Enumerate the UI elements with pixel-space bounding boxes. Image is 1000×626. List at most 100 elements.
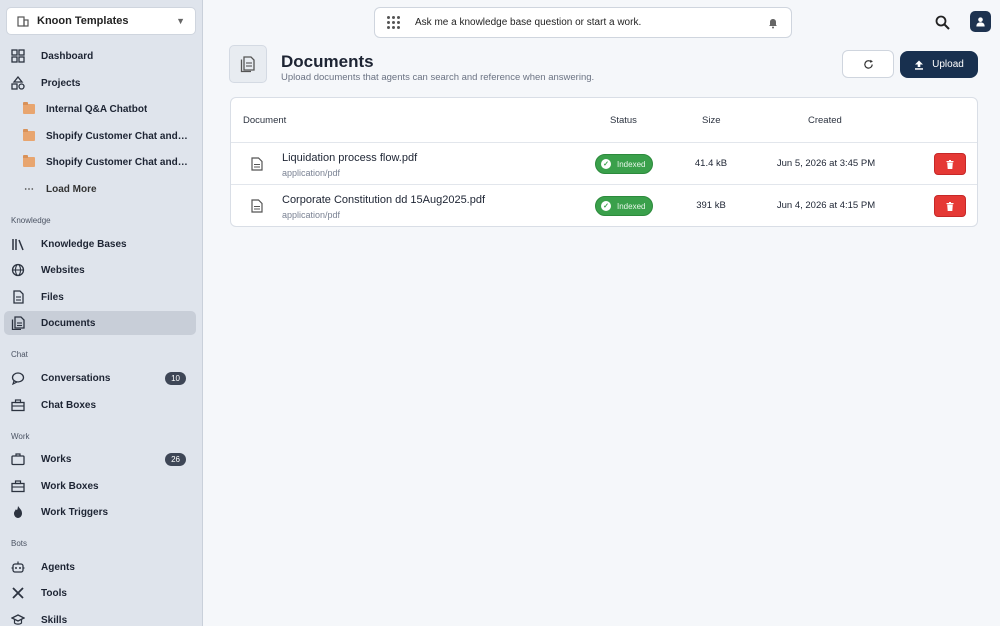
- file-icon: [251, 199, 263, 213]
- document-created: Jun 5, 2026 at 3:45 PM: [776, 158, 876, 169]
- refresh-button[interactable]: [842, 50, 894, 78]
- document-name[interactable]: Corporate Constitution dd 15Aug2025.pdf: [282, 194, 485, 206]
- status-label: Indexed: [617, 201, 646, 211]
- graduation-cap-icon: [11, 613, 25, 626]
- sidebar-item-skills[interactable]: Skills: [4, 608, 196, 626]
- column-header-created[interactable]: Created: [808, 115, 842, 126]
- trash-icon: [946, 159, 954, 169]
- sidebar-item-works[interactable]: Works 26: [4, 447, 196, 471]
- search-icon[interactable]: [935, 15, 950, 30]
- file-icon: [11, 290, 25, 304]
- workspace-selector[interactable]: Knoon Templates ▼: [6, 7, 196, 35]
- sidebar-item-label: Documents: [41, 317, 96, 329]
- document-name[interactable]: Liquidation process flow.pdf: [282, 152, 417, 164]
- robot-icon: [11, 560, 25, 574]
- sidebar-item-label: Tools: [41, 587, 67, 599]
- sidebar-item-tools[interactable]: Tools: [4, 581, 196, 605]
- sidebar-item-chat-boxes[interactable]: Chat Boxes: [4, 393, 196, 417]
- sidebar-item-label: Work Triggers: [41, 506, 109, 518]
- section-work: Work: [11, 432, 30, 441]
- toolbox-icon: [11, 479, 25, 493]
- conversations-count-badge: 10: [165, 371, 186, 385]
- sparkle-dots-icon: [387, 15, 401, 30]
- table-header: Document Status Size Created: [231, 98, 977, 143]
- flame-icon: [11, 505, 25, 519]
- sidebar-item-documents[interactable]: Documents: [4, 311, 196, 335]
- sidebar-item-projects[interactable]: Projects: [4, 71, 196, 95]
- table-row[interactable]: Liquidation process flow.pdf application…: [231, 143, 977, 185]
- document-type: application/pdf: [282, 210, 341, 220]
- status-badge: ✓ Indexed: [595, 196, 653, 216]
- folder-icon: [22, 129, 36, 143]
- documents-icon: [11, 316, 25, 330]
- chat-bubble-icon: [11, 371, 25, 385]
- toolbox-icon: [11, 398, 25, 412]
- briefcase-icon: [11, 452, 25, 466]
- bell-icon[interactable]: [767, 17, 779, 29]
- sidebar-item-files[interactable]: Files: [4, 285, 196, 309]
- upload-icon: [915, 60, 924, 70]
- check-circle-icon: ✓: [601, 201, 611, 211]
- sidebar-item-label: Agents: [41, 561, 75, 573]
- document-created: Jun 4, 2026 at 4:15 PM: [776, 200, 876, 211]
- trash-icon: [946, 201, 954, 211]
- upload-button[interactable]: Upload: [900, 51, 978, 78]
- sidebar-item-label: Shopify Customer Chat and Order Tracking: [46, 156, 188, 168]
- dashboard-icon: [11, 49, 25, 63]
- sidebar-item-conversations[interactable]: Conversations 10: [4, 366, 196, 390]
- load-more-label: Load More: [46, 183, 97, 195]
- workspace-name: Knoon Templates: [37, 15, 129, 27]
- sidebar-item-dashboard[interactable]: Dashboard: [4, 44, 196, 68]
- user-avatar-button[interactable]: [970, 11, 991, 32]
- sidebar-item-websites[interactable]: Websites: [4, 258, 196, 282]
- sidebar-project-shopify-2[interactable]: Shopify Customer Chat and Order Tracking: [4, 150, 196, 174]
- check-circle-icon: ✓: [601, 159, 611, 169]
- sidebar-item-label: Files: [41, 291, 64, 303]
- delete-button[interactable]: [934, 195, 966, 217]
- user-icon: [976, 17, 985, 27]
- more-dots-icon: ⋯: [24, 183, 34, 195]
- refresh-icon: [863, 59, 873, 69]
- sidebar-item-label: Projects: [41, 77, 81, 89]
- sidebar-item-label: Shopify Customer Chat and Order Support: [46, 130, 188, 142]
- documents-table: Document Status Size Created Liquidation…: [230, 97, 978, 227]
- sidebar-item-work-triggers[interactable]: Work Triggers: [4, 500, 196, 524]
- sidebar-item-label: Skills: [41, 614, 68, 626]
- sidebar: Knoon Templates ▼ Dashboard Projects Int…: [0, 0, 203, 626]
- works-count-badge: 26: [165, 452, 186, 466]
- sidebar-item-agents[interactable]: Agents: [4, 555, 196, 579]
- load-more-button[interactable]: ⋯ Load More: [4, 177, 196, 201]
- sidebar-item-label: Conversations: [41, 372, 111, 384]
- building-icon: [17, 16, 29, 27]
- ask-bar[interactable]: [374, 7, 792, 38]
- folder-icon: [22, 155, 36, 169]
- ask-input[interactable]: [415, 17, 767, 28]
- page-title: Documents: [281, 52, 374, 71]
- document-size: 391 kB: [696, 200, 726, 211]
- page-icon: [229, 45, 267, 83]
- projects-icon: [11, 76, 25, 90]
- folder-icon: [22, 102, 36, 116]
- sidebar-item-label: Internal Q&A Chatbot: [46, 103, 148, 115]
- sidebar-project-internal-qa[interactable]: Internal Q&A Chatbot: [4, 97, 196, 121]
- section-chat: Chat: [11, 350, 28, 359]
- sidebar-item-label: Works: [41, 453, 72, 465]
- sidebar-item-label: Websites: [41, 264, 85, 276]
- tools-icon: [11, 586, 25, 600]
- document-size: 41.4 kB: [694, 158, 728, 169]
- column-header-document[interactable]: Document: [243, 115, 286, 126]
- table-row[interactable]: Corporate Constitution dd 15Aug2025.pdf …: [231, 185, 977, 226]
- sidebar-item-work-boxes[interactable]: Work Boxes: [4, 474, 196, 498]
- sidebar-item-label: Chat Boxes: [41, 399, 97, 411]
- sidebar-item-knowledge-bases[interactable]: Knowledge Bases: [4, 232, 196, 256]
- file-icon: [251, 157, 263, 171]
- delete-button[interactable]: [934, 153, 966, 175]
- section-knowledge: Knowledge: [11, 216, 51, 225]
- document-type: application/pdf: [282, 168, 341, 178]
- caret-down-icon: ▼: [176, 16, 185, 26]
- sidebar-item-label: Knowledge Bases: [41, 238, 127, 250]
- column-header-status[interactable]: Status: [610, 115, 637, 126]
- column-header-size[interactable]: Size: [702, 115, 720, 126]
- status-badge: ✓ Indexed: [595, 154, 653, 174]
- sidebar-project-shopify-1[interactable]: Shopify Customer Chat and Order Support: [4, 124, 196, 148]
